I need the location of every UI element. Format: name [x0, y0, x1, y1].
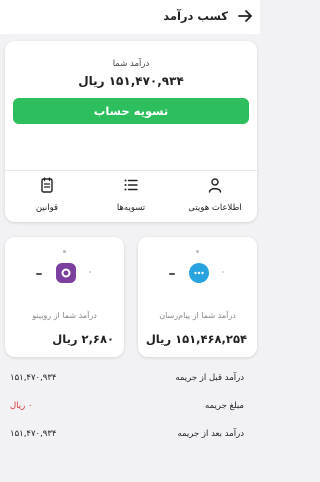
- income-summary-card: درآمد شما ۱۵۱,۴۷۰,۹۳۴ ریال تسویه حساب اط…: [5, 41, 257, 222]
- decoration-dash: [36, 273, 42, 275]
- chat-bubble-icon: [189, 263, 209, 283]
- list-icon: [123, 177, 139, 197]
- divider: [5, 170, 257, 171]
- tab-identity-info[interactable]: اطلاعات هویتی: [173, 175, 257, 217]
- decoration-dot: [222, 271, 224, 273]
- tab-rules[interactable]: قوانین: [5, 175, 89, 217]
- messenger-income-card: درآمد شما از پیام‌رسان ۱۵۱,۴۶۸,۲۵۴ ریال: [138, 237, 257, 357]
- messenger-income-label: درآمد شما از پیام‌رسان: [159, 311, 236, 320]
- rubino-icon: [56, 263, 76, 283]
- income-value: ۱۵۱,۴۷۰,۹۳۴ ریال: [78, 74, 184, 88]
- detail-label: درآمد قبل از جریمه: [175, 373, 244, 383]
- income-label: درآمد شما: [112, 59, 150, 69]
- rubino-income-card: درآمد شما از روبینو ۲,۶۸۰ ریال: [5, 237, 124, 357]
- decoration-dot: [89, 271, 91, 273]
- decoration-dot: [196, 250, 199, 253]
- detail-row-after-penalty: درآمد بعد از جریمه ۱۵۱,۴۷۰,۹۳۴: [0, 426, 260, 444]
- detail-row-before-penalty: درآمد قبل از جریمه ۱۵۱,۴۷۰,۹۳۴: [0, 370, 260, 388]
- detail-value: ۱۵۱,۴۷۰,۹۳۴: [10, 373, 57, 383]
- settle-account-button[interactable]: تسویه حساب: [13, 98, 249, 124]
- tab-settlements[interactable]: تسویه‌ها: [89, 175, 173, 217]
- rubino-income-label: درآمد شما از روبینو: [32, 311, 97, 320]
- decoration-dot: [63, 250, 66, 253]
- arrow-right-icon[interactable]: [236, 7, 254, 25]
- tab-identity-info-label: اطلاعات هویتی: [188, 203, 242, 213]
- decoration-dash: [169, 273, 175, 275]
- tab-settlements-label: تسویه‌ها: [116, 203, 146, 213]
- detail-row-penalty: مبلغ جریمه ۰ ریال: [0, 398, 260, 416]
- messenger-income-value: ۱۵۱,۴۶۸,۲۵۴ ریال: [145, 332, 247, 346]
- tab-rules-label: قوانین: [35, 203, 59, 213]
- detail-label: مبلغ جریمه: [205, 401, 244, 411]
- person-icon: [207, 177, 223, 197]
- action-tabs: اطلاعات هویتی تسویه‌ها قوانین: [5, 175, 257, 217]
- document-icon: [39, 177, 55, 197]
- penalty-value: ۰ ریال: [10, 401, 33, 411]
- page-title: کسب درآمد: [163, 9, 228, 23]
- rubino-income-value: ۲,۶۸۰ ریال: [52, 332, 114, 346]
- detail-value: ۱۵۱,۴۷۰,۹۳۴: [10, 429, 57, 439]
- top-bar: کسب درآمد: [0, 0, 260, 34]
- detail-label: درآمد بعد از جریمه: [177, 429, 244, 439]
